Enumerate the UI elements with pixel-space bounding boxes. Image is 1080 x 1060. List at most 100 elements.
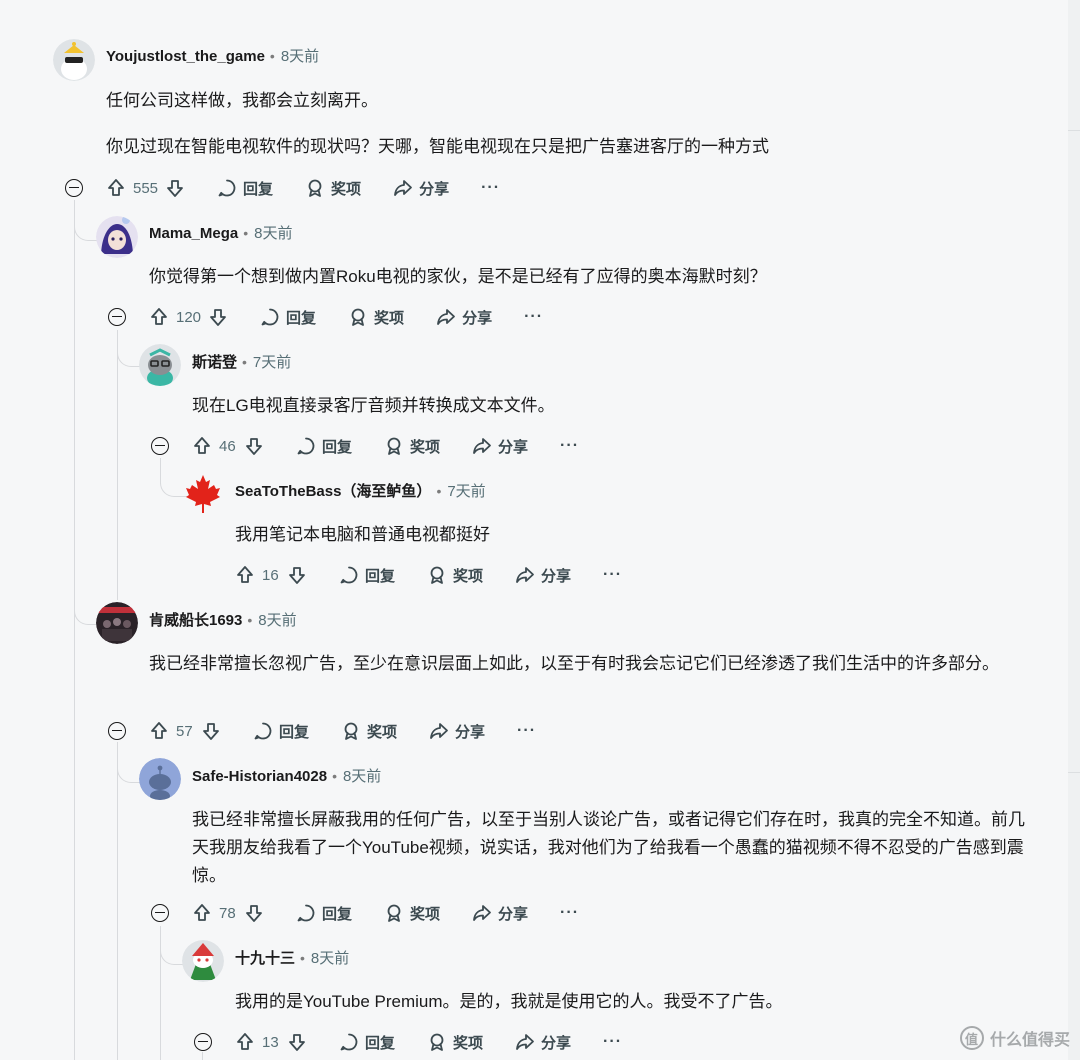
timestamp[interactable]: 8天前 xyxy=(343,768,381,785)
author-name[interactable]: Safe-Historian4028 xyxy=(192,768,327,785)
more-options-button[interactable]: ··· xyxy=(560,904,579,922)
reply-button[interactable]: 回复 xyxy=(217,178,273,199)
thread-line[interactable] xyxy=(117,330,118,600)
reply-button[interactable]: 回复 xyxy=(296,436,352,457)
share-icon xyxy=(473,905,491,921)
award-button[interactable]: 奖项 xyxy=(305,178,361,199)
watermark-text: 什么值得买 xyxy=(989,1032,1070,1049)
reply-button[interactable]: 回复 xyxy=(339,565,395,586)
comment-paragraph: 我已经非常擅长屏蔽我用的任何广告，以至于当别人谈论广告，或者记得它们存在时，我真… xyxy=(192,810,1025,885)
award-icon xyxy=(387,904,401,922)
comment-paragraph: 现在LG电视直接录客厅音频并转换成文本文件。 xyxy=(192,396,555,415)
collapse-button[interactable] xyxy=(65,179,83,197)
more-options-button[interactable]: ··· xyxy=(517,722,536,740)
collapse-button[interactable] xyxy=(194,1033,212,1051)
share-button[interactable]: 分享 xyxy=(472,436,528,457)
share-button[interactable]: 分享 xyxy=(393,178,449,199)
action-bar: 78 回复 奖项 分享 ··· xyxy=(192,901,579,925)
downvote-button[interactable] xyxy=(165,178,185,198)
share-button[interactable]: 分享 xyxy=(515,1032,571,1053)
upvote-icon xyxy=(108,179,124,196)
more-options-button[interactable]: ··· xyxy=(560,437,579,455)
avatar[interactable] xyxy=(139,758,181,800)
timestamp[interactable]: 7天前 xyxy=(253,354,291,371)
upvote-button[interactable] xyxy=(149,307,169,327)
avatar[interactable] xyxy=(182,473,224,515)
sidebar-divider xyxy=(1068,130,1080,131)
award-button[interactable]: 奖项 xyxy=(348,307,404,328)
share-button[interactable]: 分享 xyxy=(429,721,485,742)
thread-line[interactable] xyxy=(74,200,75,1060)
avatar[interactable] xyxy=(96,216,138,258)
action-bar: 16 回复 奖项 分享 ··· xyxy=(235,563,622,587)
reply-label: 回复 xyxy=(286,309,317,327)
more-options-button[interactable]: ··· xyxy=(603,1033,622,1051)
timestamp[interactable]: 8天前 xyxy=(254,225,292,242)
upvote-button[interactable] xyxy=(235,1032,255,1052)
award-button[interactable]: 奖项 xyxy=(427,565,483,586)
share-button[interactable]: 分享 xyxy=(436,307,492,328)
reply-button[interactable]: 回复 xyxy=(296,903,352,924)
reply-button[interactable]: 回复 xyxy=(260,307,316,328)
timestamp[interactable]: 8天前 xyxy=(258,612,296,629)
collapse-button[interactable] xyxy=(151,437,169,455)
comment-icon xyxy=(297,437,315,455)
collapse-button[interactable] xyxy=(151,904,169,922)
author-name[interactable]: 肯威船长1693 xyxy=(149,612,242,629)
award-button[interactable]: 奖项 xyxy=(384,903,440,924)
reply-button[interactable]: 回复 xyxy=(253,721,309,742)
timestamp[interactable]: 7天前 xyxy=(447,483,485,500)
more-options-button[interactable]: ··· xyxy=(603,566,622,584)
action-bar: 555 回复 奖项 分享 ··· xyxy=(106,176,500,200)
share-button[interactable]: 分享 xyxy=(515,565,571,586)
thread-line[interactable] xyxy=(117,742,118,1060)
author-name[interactable]: 十九十三 xyxy=(235,950,295,967)
reply-button[interactable]: 回复 xyxy=(339,1032,395,1053)
author-name[interactable]: SeaToTheBass（海至鲈鱼） xyxy=(235,483,431,500)
avatar[interactable] xyxy=(139,344,181,386)
comment-paragraph: 我用笔记本电脑和普通电视都挺好 xyxy=(235,525,490,544)
avatar[interactable] xyxy=(96,602,138,644)
author-name[interactable]: 斯诺登 xyxy=(192,354,237,371)
comment-body: 我用笔记本电脑和普通电视都挺好 xyxy=(235,521,1080,567)
award-icon xyxy=(351,308,365,326)
collapse-button[interactable] xyxy=(108,722,126,740)
comment-paragraph: 任何公司这样做，我都会立刻离开。 xyxy=(106,91,378,110)
more-options-button[interactable]: ··· xyxy=(481,179,500,197)
downvote-button[interactable] xyxy=(244,903,264,923)
christmas-snoo-avatar-icon xyxy=(182,940,224,982)
timestamp[interactable]: 8天前 xyxy=(311,950,349,967)
downvote-button[interactable] xyxy=(201,721,221,741)
upvote-button[interactable] xyxy=(149,721,169,741)
downvote-button[interactable] xyxy=(287,565,307,585)
more-options-button[interactable]: ··· xyxy=(524,308,543,326)
avatar[interactable] xyxy=(53,39,95,81)
upvote-button[interactable] xyxy=(106,178,126,198)
collapse-button[interactable] xyxy=(108,308,126,326)
upvote-button[interactable] xyxy=(192,436,212,456)
comment-icon xyxy=(261,308,279,326)
reply-label: 回复 xyxy=(365,1034,396,1052)
award-label: 奖项 xyxy=(453,567,484,585)
award-icon xyxy=(387,437,401,455)
downvote-button[interactable] xyxy=(287,1032,307,1052)
share-button[interactable]: 分享 xyxy=(472,903,528,924)
avatar[interactable] xyxy=(182,940,224,982)
author-name[interactable]: Youjustlost_the_game xyxy=(106,48,265,65)
downvote-icon xyxy=(203,723,219,740)
comment-thread: Youjustlost_the_game • 8天前 任何公司这样做，我都会立刻离开… xyxy=(0,0,1080,1060)
author-name[interactable]: Mama_Mega xyxy=(149,225,238,242)
award-icon xyxy=(344,722,358,740)
meta-separator: • xyxy=(243,225,249,241)
downvote-button[interactable] xyxy=(208,307,228,327)
award-label: 奖项 xyxy=(453,1034,484,1052)
award-button[interactable]: 奖项 xyxy=(341,721,397,742)
upvote-button[interactable] xyxy=(235,565,255,585)
reply-label: 回复 xyxy=(322,905,353,923)
award-button[interactable]: 奖项 xyxy=(427,1032,483,1053)
thread-line[interactable] xyxy=(202,1052,203,1060)
timestamp[interactable]: 8天前 xyxy=(281,48,319,65)
downvote-button[interactable] xyxy=(244,436,264,456)
award-button[interactable]: 奖项 xyxy=(384,436,440,457)
upvote-button[interactable] xyxy=(192,903,212,923)
